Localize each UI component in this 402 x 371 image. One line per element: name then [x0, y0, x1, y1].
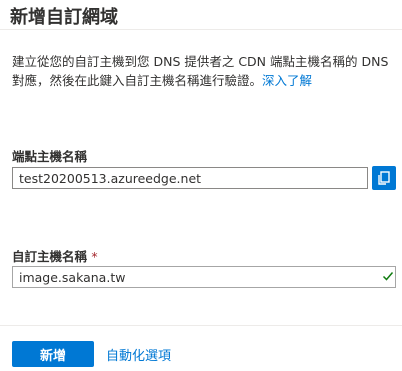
endpoint-hostname-label: 端點主機名稱 [12, 149, 88, 164]
copy-button[interactable] [372, 166, 396, 190]
checkmark-icon [382, 272, 394, 281]
automation-options-link[interactable]: 自動化選項 [106, 345, 171, 364]
panel-title: 新增自訂網域 [10, 7, 118, 28]
custom-hostname-label-text: 自訂主機名稱 [12, 249, 88, 264]
required-mark: * [91, 249, 98, 264]
description: 建立從您的自訂主機到您 DNS 提供者之 CDN 端點主機名稱的 DNS 對應，… [12, 52, 396, 90]
footer-divider [0, 325, 402, 326]
custom-hostname-label: 自訂主機名稱 * [12, 246, 98, 265]
description-text: 建立從您的自訂主機到您 DNS 提供者之 CDN 端點主機名稱的 DNS 對應，… [12, 54, 389, 88]
copy-icon [378, 171, 390, 185]
header-divider [0, 29, 402, 30]
learn-more-link[interactable]: 深入了解 [262, 73, 312, 88]
add-button[interactable]: 新增 [12, 341, 94, 367]
endpoint-hostname-field[interactable] [12, 167, 368, 189]
custom-hostname-field[interactable] [12, 266, 396, 288]
